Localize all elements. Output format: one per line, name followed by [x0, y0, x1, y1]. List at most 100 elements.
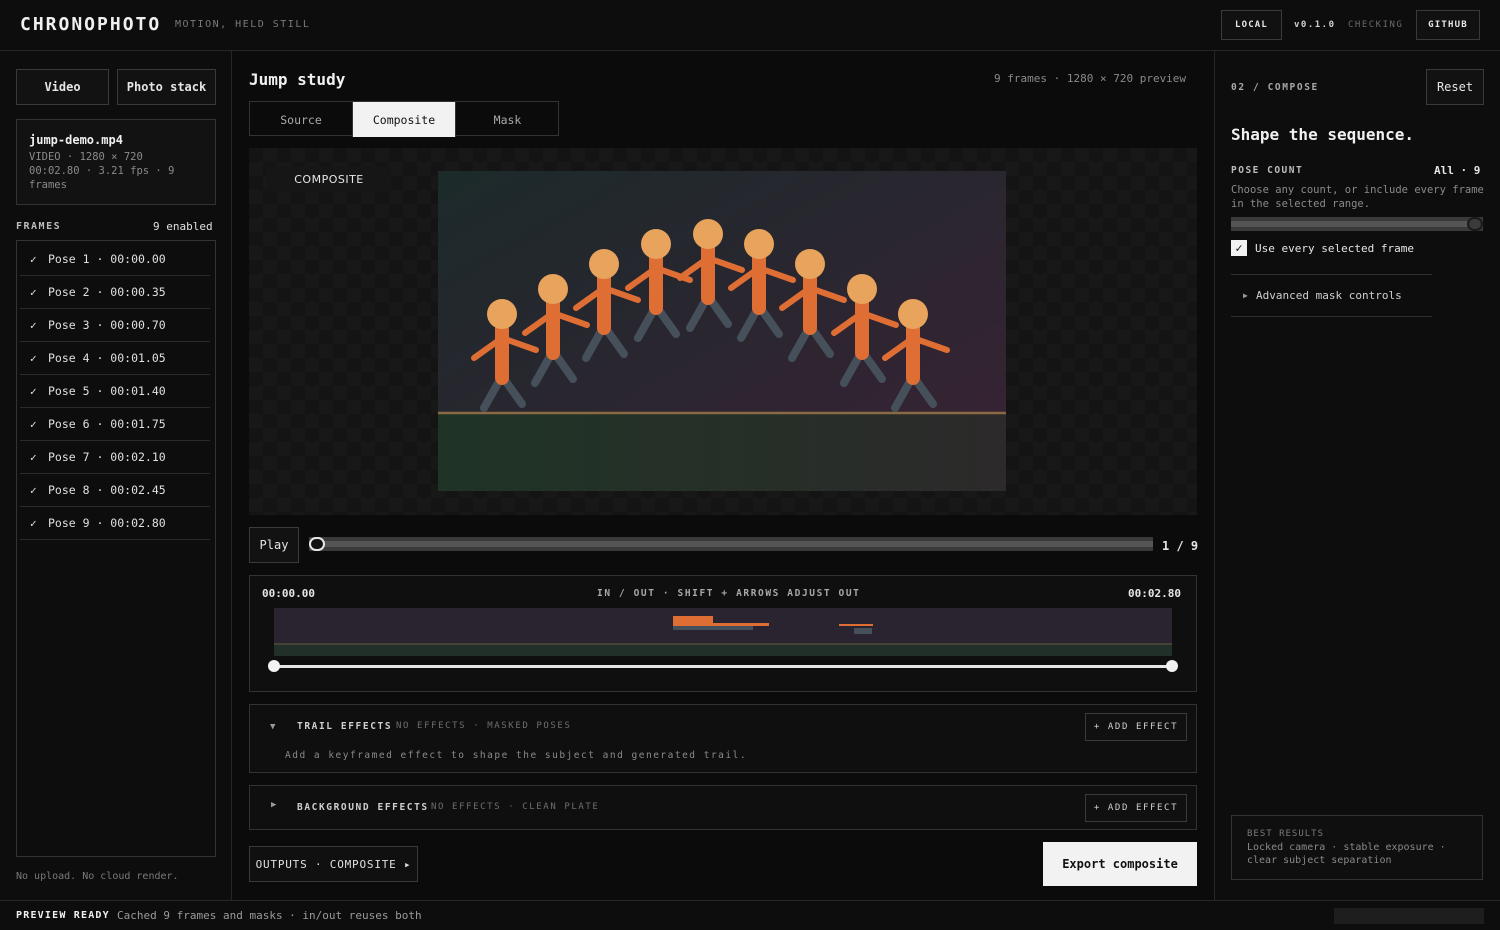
local-mode-button[interactable]: LOCAL: [1221, 10, 1282, 40]
compose-panel: 02 / COMPOSE Reset Shape the sequence. P…: [1214, 51, 1500, 900]
frame-label: Pose 6 · 00:01.75: [48, 417, 166, 431]
frame-item[interactable]: ✓ Pose 5 · 00:01.40: [20, 375, 210, 408]
tab-source[interactable]: Source: [250, 102, 353, 137]
background-effects-status: NO EFFECTS · CLEAN PLATE: [431, 802, 600, 812]
compose-heading: Shape the sequence.: [1231, 125, 1415, 144]
frame-label: Pose 9 · 00:02.80: [48, 516, 166, 530]
range-hint: IN / OUT · SHIFT + ARROWS ADJUST OUT: [597, 588, 861, 599]
app-tagline: MOTION, HELD STILL: [175, 19, 311, 30]
app-header: CHRONOPHOTO MOTION, HELD STILL LOCAL v0.…: [0, 0, 1500, 51]
checkmark-icon[interactable]: ✓: [30, 451, 48, 464]
use-every-frame-checkbox[interactable]: ✓: [1231, 240, 1247, 256]
frame-item[interactable]: ✓ Pose 8 · 00:02.45: [20, 474, 210, 507]
compose-step-label: 02 / COMPOSE: [1231, 82, 1319, 93]
frame-item[interactable]: ✓ Pose 2 · 00:00.35: [20, 276, 210, 309]
frame-item[interactable]: ✓ Pose 3 · 00:00.70: [20, 309, 210, 342]
pose-count-help: Choose any count, or include every frame…: [1231, 184, 1484, 210]
status-detail: Cached 9 frames and masks · in/out reuse…: [117, 909, 422, 922]
frame-item[interactable]: ✓ Pose 6 · 00:01.75: [20, 408, 210, 441]
tab-composite[interactable]: Composite: [353, 102, 456, 137]
checkmark-icon[interactable]: ✓: [30, 319, 48, 332]
background-effects-panel: ▶ BACKGROUND EFFECTS NO EFFECTS · CLEAN …: [249, 785, 1197, 830]
file-info-card: jump-demo.mp4 VIDEO · 1280 × 720 00:02.8…: [16, 119, 216, 205]
frame-label: Pose 4 · 00:01.05: [48, 351, 166, 365]
composite-image: [438, 171, 1006, 491]
version-label: v0.1.0: [1294, 20, 1336, 30]
frames-label: FRAMES: [16, 221, 62, 232]
tab-mask[interactable]: Mask: [456, 102, 559, 137]
preview-status: PREVIEW READY: [16, 910, 110, 921]
frame-label: Pose 8 · 00:02.45: [48, 483, 166, 497]
best-results-line2: clear subject separation: [1247, 855, 1392, 866]
pose-count-label: POSE COUNT: [1231, 165, 1304, 176]
frame-label: Pose 3 · 00:00.70: [48, 318, 166, 332]
app-logo: CHRONOPHOTO: [20, 14, 162, 35]
preview-badge: COMPOSITE: [267, 166, 391, 192]
divider: [1231, 274, 1432, 275]
frame-label: Pose 5 · 00:01.40: [48, 384, 166, 398]
progress-indicator: [1334, 908, 1484, 924]
file-meta-line3: frames: [29, 179, 67, 191]
trail-effects-description: Add a keyframed effect to shape the subj…: [285, 750, 748, 761]
frame-label: Pose 2 · 00:00.35: [48, 285, 166, 299]
best-results-line1: Locked camera · stable exposure ·: [1247, 842, 1446, 853]
status-bar: PREVIEW READY Cached 9 frames and masks …: [0, 900, 1500, 930]
file-meta-line1: VIDEO · 1280 × 720: [29, 151, 143, 163]
in-handle[interactable]: [268, 660, 280, 672]
video-mode-button[interactable]: Video: [16, 69, 109, 105]
chevron-down-icon[interactable]: ▼: [270, 722, 275, 732]
frame-label: Pose 1 · 00:00.00: [48, 252, 166, 266]
composite-preview: COMPOSITE: [249, 148, 1197, 515]
project-title: Jump study: [249, 70, 346, 89]
checkmark-icon[interactable]: ✓: [30, 484, 48, 497]
chevron-right-icon[interactable]: ▶: [271, 800, 276, 810]
pose-count-value: All · 9: [1434, 164, 1481, 177]
advanced-mask-controls[interactable]: Advanced mask controls: [1256, 289, 1402, 302]
github-button[interactable]: GITHUB: [1416, 10, 1480, 40]
frame-scrubber[interactable]: [309, 537, 1153, 551]
frame-counter: 1 / 9: [1162, 539, 1199, 553]
trail-effects-title[interactable]: TRAIL EFFECTS: [297, 721, 392, 732]
checkmark-icon[interactable]: ✓: [30, 418, 48, 431]
checkmark-icon[interactable]: ✓: [30, 385, 48, 398]
frame-item[interactable]: ✓ Pose 1 · 00:00.00: [20, 243, 210, 276]
play-button[interactable]: Play: [249, 527, 299, 563]
view-tabs: Source Composite Mask: [249, 101, 559, 137]
divider: [1231, 316, 1432, 317]
checkmark-icon[interactable]: ✓: [30, 286, 48, 299]
file-name: jump-demo.mp4: [29, 133, 123, 147]
in-time: 00:00.00: [262, 587, 315, 600]
range-track[interactable]: [274, 665, 1172, 668]
pose-count-handle[interactable]: [1467, 217, 1483, 231]
checkmark-icon[interactable]: ✓: [30, 352, 48, 365]
out-time: 00:02.80: [1128, 587, 1181, 600]
export-composite-button[interactable]: Export composite: [1043, 842, 1197, 886]
chevron-right-icon[interactable]: ▶: [1243, 291, 1248, 300]
out-handle[interactable]: [1166, 660, 1178, 672]
frame-item[interactable]: ✓ Pose 9 · 00:02.80: [20, 507, 210, 540]
privacy-note: No upload. No cloud render.: [16, 871, 179, 882]
add-background-effect-button[interactable]: + ADD EFFECT: [1085, 794, 1187, 822]
frames-enabled-count: 9 enabled: [153, 220, 213, 233]
update-status: CHECKING: [1348, 20, 1404, 30]
frame-label: Pose 7 · 00:02.10: [48, 450, 166, 464]
left-sidebar: Video Photo stack jump-demo.mp4 VIDEO · …: [0, 51, 232, 900]
in-out-range-panel: 00:00.00 IN / OUT · SHIFT + ARROWS ADJUS…: [249, 575, 1197, 692]
frame-list: ✓ Pose 1 · 00:00.00 ✓ Pose 2 · 00:00.35 ✓ Pos…: [16, 240, 216, 857]
frame-item[interactable]: ✓ Pose 4 · 00:01.05: [20, 342, 210, 375]
best-results-title: BEST RESULTS: [1247, 829, 1325, 839]
background-effects-title[interactable]: BACKGROUND EFFECTS: [297, 802, 429, 813]
add-trail-effect-button[interactable]: + ADD EFFECT: [1085, 713, 1187, 741]
best-results-card: BEST RESULTS Locked camera · stable expo…: [1231, 815, 1483, 880]
file-meta-line2: 00:02.80 · 3.21 fps · 9: [29, 165, 175, 177]
checkmark-icon[interactable]: ✓: [30, 517, 48, 530]
outputs-menu-button[interactable]: OUTPUTS · COMPOSITE ▸: [249, 846, 418, 882]
reset-button[interactable]: Reset: [1426, 69, 1484, 105]
photo-stack-mode-button[interactable]: Photo stack: [117, 69, 216, 105]
pose-count-slider[interactable]: [1231, 217, 1483, 231]
frame-item[interactable]: ✓ Pose 7 · 00:02.10: [20, 441, 210, 474]
scrubber-handle[interactable]: [309, 537, 325, 551]
trail-effects-status: NO EFFECTS · MASKED POSES: [396, 721, 572, 731]
checkmark-icon[interactable]: ✓: [30, 253, 48, 266]
use-every-frame-label[interactable]: Use every selected frame: [1255, 242, 1414, 255]
